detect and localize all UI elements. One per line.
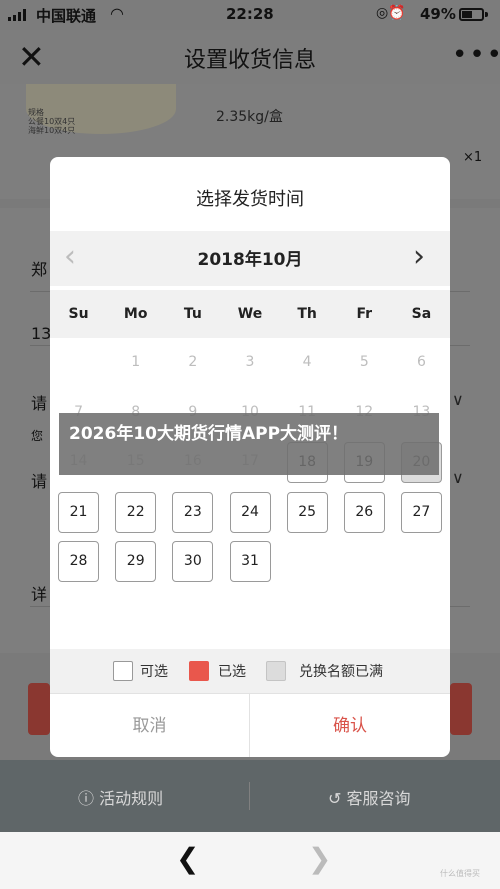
weekday-label: Mo [123,306,148,322]
calendar-day[interactable]: 30 [172,541,214,582]
promo-banner[interactable]: 2026年10大期货行情APP大测评！ [59,413,439,475]
weekday-label: Fr [356,306,373,322]
clock: 22:28 [226,5,274,23]
modal-footer: 取消 确认 [50,693,450,757]
status-bar: 中国联通 ◠ 22:28 ◎⏰ 49% [0,0,500,30]
weekday-label: Th [297,306,317,322]
calendar-day[interactable]: 24 [229,491,271,533]
legend-full: 兑换名额已满 [299,664,383,680]
alarm-icon: ◎⏰ [376,5,406,21]
watermark: 什么值得买 [440,869,480,878]
weekday-label: Su [68,306,89,322]
legend-available: 可选 [140,664,168,680]
calendar-day: 1 [131,354,141,370]
calendar-day[interactable]: 23 [172,491,214,533]
calendar-day: 4 [302,354,312,370]
full-swatch [266,661,286,681]
forward-icon[interactable]: ❯ [308,842,331,875]
chevron-down-icon: ∨ [452,390,464,409]
weekday-label: Sa [411,306,432,322]
address-field[interactable]: 详 [31,581,47,605]
nav-header: ✕ 设置收货信息 ••• [0,30,500,84]
date-field[interactable]: 请 [31,468,47,492]
calendar-day: 2 [188,354,198,370]
activity-rules-link[interactable]: ⓘ 活动规则 [78,785,163,809]
more-icon[interactable]: ••• [452,40,500,70]
calendar-day[interactable]: 21 [58,491,100,533]
calendar-day[interactable]: 29 [115,541,157,582]
calendar-day[interactable]: 28 [58,541,100,582]
phone-field[interactable]: 13 [31,324,51,343]
available-swatch [113,661,133,681]
calendar-day: 6 [416,354,426,370]
calendar-day[interactable]: 31 [229,541,271,582]
month-navigator: ‹ 2018年10月 › [50,231,450,286]
submit-button-edge [28,683,50,735]
bottom-tabs: ⓘ 活动规则 ↺ 客服咨询 [0,760,500,832]
carrier-label: 中国联通 [36,7,97,25]
product-spec: 2.35kg/盒 [216,109,283,125]
calendar-day[interactable]: 27 [400,491,442,533]
battery-icon [459,8,484,21]
confirm-button[interactable]: 确认 [250,694,450,757]
weekday-header: Su Mo Tu We Th Fr Sa [50,290,450,338]
legend-selected: 已选 [218,664,246,680]
calendar-day: 3 [245,354,255,370]
signal-icon [8,9,26,21]
month-label: 2018年10月 [197,250,303,270]
selected-swatch [189,661,209,681]
browser-toolbar: ❮ ❯ 什么值得买 [0,832,500,889]
page-title: 设置收货信息 [183,48,316,73]
wifi-icon: ◠ [110,4,124,23]
legend: 可选 已选 兑换名额已满 [50,649,450,693]
next-month-icon[interactable]: › [413,239,425,274]
submit-button-edge [450,683,472,735]
weekday-label: Tu [183,306,202,322]
weekday-label: We [237,306,263,322]
product-image-caption: 规格 公餐10双4只 海鲜10双4只 [28,108,76,135]
calendar-day[interactable]: 22 [115,491,157,533]
banner-text: 2026年10大期货行情APP大测评！ [69,424,349,444]
product-quantity: ×1 [463,150,483,165]
chevron-down-icon: ∨ [452,468,464,487]
cancel-button[interactable]: 取消 [50,694,249,757]
modal-title: 选择发货时间 [196,189,304,210]
region-hint: 您 [31,429,44,443]
calendar-day[interactable]: 26 [343,491,385,533]
region-field[interactable]: 请 [31,390,47,414]
customer-service-link[interactable]: ↺ 客服咨询 [328,785,411,809]
battery-percent: 49% [420,5,456,23]
name-field[interactable]: 郑 [31,256,47,280]
back-icon[interactable]: ❮ [176,842,199,875]
calendar-day[interactable]: 25 [286,491,328,533]
calendar-day: 5 [359,354,369,370]
